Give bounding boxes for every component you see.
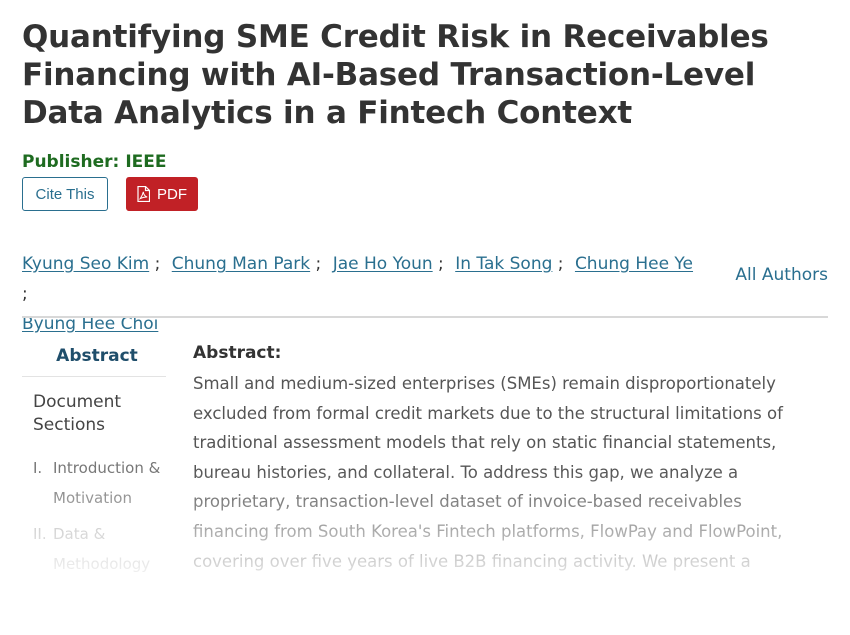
section-divider — [22, 316, 828, 318]
cite-this-button[interactable]: Cite This — [22, 177, 108, 211]
pdf-button[interactable]: PDF — [126, 177, 198, 211]
author-link[interactable]: Kyung Seo Kim — [22, 254, 149, 274]
document-sidebar: Abstract Document Sections I. Introducti… — [22, 336, 166, 579]
pdf-label: PDF — [157, 185, 187, 203]
sidebar-item-introduction[interactable]: I. Introduction & Motivation — [22, 453, 166, 513]
author-list: Kyung Seo Kim ; Chung Man Park ; Jae Ho … — [22, 254, 694, 334]
publisher-value: IEEE — [125, 152, 167, 172]
publisher-line: Publisher: IEEE — [22, 152, 167, 172]
author-link[interactable]: Chung Hee Ye — [575, 254, 693, 274]
section-label: Data & Methodology — [53, 525, 151, 573]
pdf-icon — [137, 186, 150, 202]
page-title: Quantifying SME Credit Risk in Receivabl… — [22, 19, 769, 131]
author-link[interactable]: In Tak Song — [455, 254, 552, 274]
sidebar-item-abstract[interactable]: Abstract — [22, 336, 166, 377]
publisher-label: Publisher: — [22, 152, 120, 172]
cite-this-label: Cite This — [35, 185, 95, 203]
author-link[interactable]: Jae Ho Youn — [333, 254, 433, 274]
document-sections-heading: Document Sections — [33, 392, 122, 435]
author-link[interactable]: Chung Man Park — [172, 254, 310, 274]
section-number: II. — [33, 525, 47, 543]
abstract-text: Small and medium-sized enterprises (SMEs… — [193, 374, 783, 571]
abstract-heading: Abstract: — [193, 343, 282, 363]
sidebar-item-data-methodology[interactable]: II. Data & Methodology — [22, 519, 166, 579]
section-number: I. — [33, 459, 43, 477]
all-authors-link[interactable]: All Authors — [735, 265, 828, 285]
section-label: Introduction & Motivation — [53, 459, 161, 507]
